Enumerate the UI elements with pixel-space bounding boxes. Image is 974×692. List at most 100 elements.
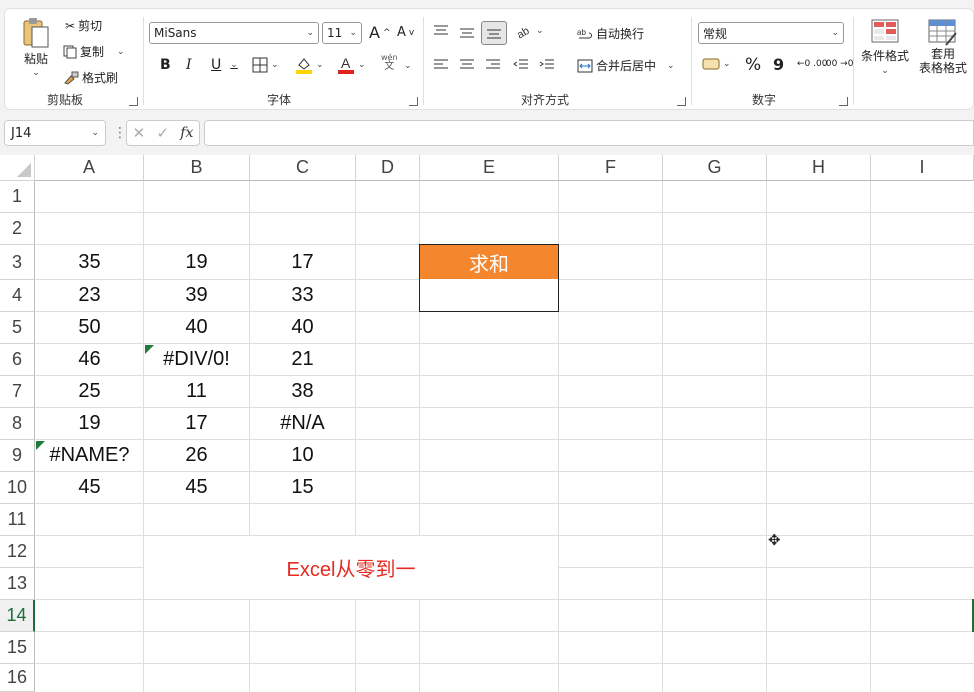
align-top-button[interactable] <box>433 25 449 37</box>
column-header-C[interactable]: C <box>250 155 356 181</box>
cell-B7[interactable]: 11 <box>144 376 249 407</box>
copy-dropdown-icon[interactable]: ⌄ <box>117 47 125 57</box>
cell-C9[interactable]: 10 <box>250 440 355 471</box>
cell-C5[interactable]: 40 <box>250 312 355 343</box>
row-header-2[interactable]: 2 <box>0 213 35 245</box>
row-header-8[interactable]: 8 <box>0 408 35 440</box>
cut-button[interactable]: ✂ 剪切 <box>65 17 102 34</box>
shrink-font-button[interactable]: Av <box>397 25 414 40</box>
cell-B9[interactable]: 26 <box>144 440 249 471</box>
cell-A5[interactable]: 50 <box>36 312 143 343</box>
sum-value-cell[interactable] <box>419 279 559 312</box>
row-header-6[interactable]: 6 <box>0 344 35 376</box>
format-as-table-button[interactable]: 套用 表格格式 <box>919 19 967 75</box>
italic-button[interactable]: I <box>186 57 192 73</box>
cell-A9[interactable]: #NAME? <box>36 440 143 471</box>
row-header-12[interactable]: 12 <box>0 536 35 568</box>
cell-B6[interactable]: #DIV/0! <box>144 344 249 375</box>
worksheet-grid[interactable]: A B C D E F G H I 1 2 3 4 5 6 7 8 9 10 1… <box>0 155 974 692</box>
select-all-corner[interactable] <box>0 155 35 181</box>
font-name-select[interactable]: MiSans ⌄ <box>149 22 319 44</box>
decrease-decimal-button[interactable]: .00 →0 <box>823 59 853 69</box>
row-header-14[interactable]: 14 <box>0 600 35 632</box>
row-header-10[interactable]: 10 <box>0 472 35 504</box>
error-indicator-icon[interactable] <box>145 345 154 354</box>
align-right-button[interactable] <box>485 59 501 71</box>
cell-B4[interactable]: 39 <box>144 280 249 311</box>
underline-button[interactable]: U ⌄ <box>211 57 238 73</box>
cell-A3[interactable]: 35 <box>36 245 143 279</box>
cell-B10[interactable]: 45 <box>144 472 249 503</box>
column-header-D[interactable]: D <box>356 155 420 181</box>
chevron-down-icon[interactable]: ⌄ <box>404 61 412 71</box>
enter-icon[interactable]: ✓ <box>156 124 169 142</box>
cell-A10[interactable]: 45 <box>36 472 143 503</box>
phonetic-button[interactable]: wén 文 <box>381 53 398 72</box>
cancel-icon[interactable]: ✕ <box>133 124 146 142</box>
column-header-F[interactable]: F <box>559 155 663 181</box>
column-header-H[interactable]: H <box>767 155 871 181</box>
column-header-B[interactable]: B <box>144 155 250 181</box>
paste-dropdown-icon[interactable]: ⌄ <box>32 68 40 78</box>
cell-B5[interactable]: 40 <box>144 312 249 343</box>
row-header-15[interactable]: 15 <box>0 632 35 664</box>
insert-function-button[interactable]: fx <box>180 125 193 141</box>
cell-C3[interactable]: 17 <box>250 245 355 279</box>
row-header-1[interactable]: 1 <box>0 181 35 213</box>
wrap-text-button[interactable]: ab 自动换行 <box>577 25 644 42</box>
formula-input[interactable] <box>204 120 974 146</box>
cell-C7[interactable]: 38 <box>250 376 355 407</box>
accounting-format-button[interactable]: ⌄ <box>702 57 731 71</box>
cell-B8[interactable]: 17 <box>144 408 249 439</box>
font-color-button[interactable]: A ⌄ <box>337 55 366 75</box>
row-header-13[interactable]: 13 <box>0 568 35 600</box>
number-format-select[interactable]: 常规 ⌄ <box>698 22 844 44</box>
column-header-I[interactable]: I <box>871 155 974 181</box>
paste-button[interactable]: 粘贴 ⌄ <box>21 17 51 78</box>
cell-A8[interactable]: 19 <box>36 408 143 439</box>
decrease-indent-button[interactable] <box>513 59 529 71</box>
increase-indent-button[interactable] <box>539 59 555 71</box>
merge-center-button[interactable]: 合并后居中 ⌄ <box>577 57 675 74</box>
align-middle-button[interactable] <box>459 27 475 39</box>
font-size-select[interactable]: 11 ⌄ <box>322 22 362 44</box>
align-left-button[interactable] <box>433 59 449 71</box>
cell-C4[interactable]: 33 <box>250 280 355 311</box>
column-header-G[interactable]: G <box>663 155 767 181</box>
row-header-9[interactable]: 9 <box>0 440 35 472</box>
cell-C10[interactable]: 15 <box>250 472 355 503</box>
row-header-4[interactable]: 4 <box>0 280 35 312</box>
bold-button[interactable]: B <box>160 57 171 73</box>
row-header-16[interactable]: 16 <box>0 664 35 692</box>
align-bottom-button[interactable] <box>481 21 507 45</box>
cell-A4[interactable]: 23 <box>36 280 143 311</box>
cell-C8[interactable]: #N/A <box>250 408 355 439</box>
borders-button[interactable]: ⌄ <box>252 57 279 73</box>
percent-style-button[interactable]: % <box>745 55 761 75</box>
name-box[interactable]: J14 ⌄ <box>4 120 106 146</box>
format-painter-button[interactable]: 格式刷 <box>63 69 118 86</box>
sum-header-cell[interactable]: 求和 <box>419 244 559 280</box>
column-header-E[interactable]: E <box>420 155 559 181</box>
cell-A7[interactable]: 25 <box>36 376 143 407</box>
column-header-A[interactable]: A <box>35 155 144 181</box>
number-dialog-launcher-icon[interactable] <box>839 97 848 106</box>
row-header-7[interactable]: 7 <box>0 376 35 408</box>
alignment-dialog-launcher-icon[interactable] <box>677 97 686 106</box>
cell-B3[interactable]: 19 <box>144 245 249 279</box>
orientation-button[interactable]: ab ⌄ <box>515 23 544 39</box>
clipboard-dialog-launcher-icon[interactable] <box>129 97 138 106</box>
copy-button[interactable]: 复制 ⌄ <box>63 43 125 60</box>
font-dialog-launcher-icon[interactable] <box>409 97 418 106</box>
fill-color-button[interactable]: ⌄ <box>295 55 324 75</box>
comma-style-button[interactable]: 9 <box>773 55 784 74</box>
row-header-11[interactable]: 11 <box>0 504 35 536</box>
more-options-icon[interactable]: ⋮ <box>113 125 127 141</box>
align-center-button[interactable] <box>459 59 475 71</box>
row-header-3[interactable]: 3 <box>0 245 35 280</box>
cell-A6[interactable]: 46 <box>36 344 143 375</box>
grow-font-button[interactable]: A ^ <box>369 23 391 42</box>
error-indicator-icon[interactable] <box>36 441 45 450</box>
row-header-5[interactable]: 5 <box>0 312 35 344</box>
conditional-formatting-button[interactable]: 条件格式 ⌄ <box>861 19 909 76</box>
